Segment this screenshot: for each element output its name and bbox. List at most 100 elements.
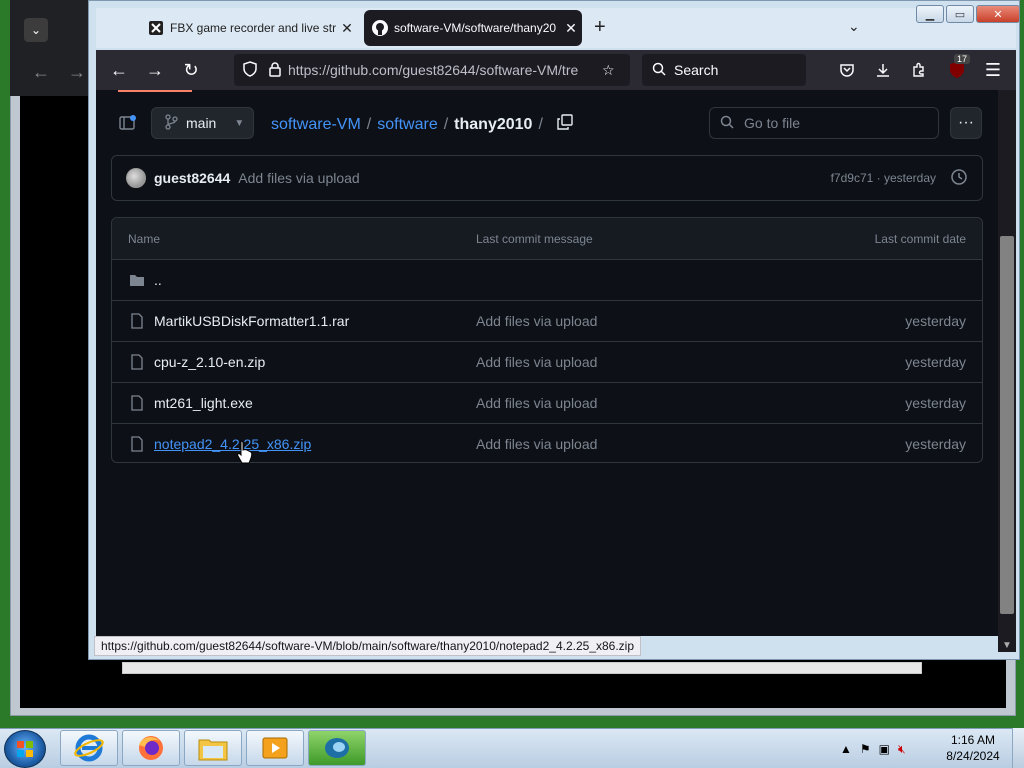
file-commit-message[interactable]: Add files via upload <box>476 354 597 370</box>
firefox-icon[interactable] <box>122 730 180 766</box>
bookmark-star-icon[interactable]: ☆ <box>602 62 615 79</box>
breadcrumb-repo-link[interactable]: software-VM <box>271 116 361 134</box>
file-commit-date: yesterday <box>905 313 966 329</box>
commit-message[interactable]: Add files via upload <box>238 170 359 186</box>
extension-badge: 17 <box>954 54 971 64</box>
action-center-flag-icon[interactable]: ⚑ <box>860 742 871 756</box>
scrollbar-thumb[interactable] <box>1000 236 1014 614</box>
close-window-button[interactable]: ✕ <box>976 5 1020 23</box>
more-options-button[interactable]: ··· <box>950 107 982 139</box>
table-row-parent[interactable]: .. <box>112 259 982 300</box>
file-explorer-icon[interactable] <box>184 730 242 766</box>
search-bar[interactable]: Search <box>642 54 806 86</box>
tab-title: software-VM/software/thany20 <box>394 21 557 35</box>
url-bar[interactable]: https://github.com/guest82644/software-V… <box>234 54 630 86</box>
go-to-file-placeholder: Go to file <box>744 115 801 131</box>
file-commit-date: yesterday <box>905 354 966 370</box>
shield-icon[interactable] <box>242 60 258 80</box>
branch-name: main <box>186 115 217 131</box>
new-tab-button[interactable]: + <box>594 16 606 39</box>
table-row[interactable]: cpu-z_2.10-en.zip Add files via upload y… <box>112 341 982 382</box>
forward-arrow-icon[interactable]: → <box>142 58 168 82</box>
breadcrumb-current: thany2010 <box>454 115 533 133</box>
commit-author[interactable]: guest82644 <box>154 170 230 186</box>
menu-icon[interactable]: ☰ <box>980 58 1006 82</box>
search-icon <box>652 62 666 79</box>
toggle-sidebar-icon[interactable] <box>112 108 142 138</box>
ublock-icon[interactable]: 17 <box>944 54 971 82</box>
navigation-toolbar: ← → ↻ https://github.com/guest82644/soft… <box>96 50 1016 90</box>
header-name: Name <box>128 231 161 246</box>
media-player-icon[interactable] <box>246 730 304 766</box>
go-to-file-input[interactable]: Go to file <box>709 107 939 139</box>
pocket-icon[interactable] <box>834 58 860 82</box>
breadcrumb-separator: / <box>538 115 543 133</box>
active-nav-underline <box>118 90 192 92</box>
link-status-bar: https://github.com/guest82644/software-V… <box>94 636 642 656</box>
file-commit-message[interactable]: Add files via upload <box>476 395 597 411</box>
extensions-icon[interactable] <box>906 58 932 82</box>
back-arrow-icon[interactable]: ← <box>106 58 132 82</box>
copy-path-icon[interactable] <box>557 114 573 135</box>
show-desktop-button[interactable] <box>1012 728 1024 768</box>
file-name-link[interactable]: MartikUSBDiskFormatter1.1.rar <box>154 313 349 329</box>
header-date: Last commit date <box>874 231 966 246</box>
table-row[interactable]: mt261_light.exe Add files via upload yes… <box>112 382 982 423</box>
url-text: https://github.com/guest82644/software-V… <box>288 62 579 78</box>
header-message: Last commit message <box>476 231 593 246</box>
file-icon <box>131 354 143 370</box>
close-icon[interactable]: ✕ <box>562 20 580 37</box>
scroll-down-arrow-icon[interactable]: ▼ <box>1002 640 1012 651</box>
search-placeholder: Search <box>674 62 719 78</box>
file-name-link[interactable]: mt261_light.exe <box>154 395 253 411</box>
breadcrumb: software-VM / software / thany2010 / <box>271 114 573 135</box>
fbx-icon <box>148 20 164 36</box>
system-tray: ▲ ⚑ ▣ 🔇︎ <box>840 732 906 766</box>
breadcrumb-folder-link[interactable]: software <box>377 116 437 134</box>
reload-icon[interactable]: ↻ <box>178 58 204 82</box>
file-icon <box>131 436 143 452</box>
internet-explorer-icon[interactable] <box>60 730 118 766</box>
tab-fbx[interactable]: FBX game recorder and live stre ✕ <box>140 10 358 46</box>
start-button[interactable] <box>4 730 46 768</box>
hand-cursor-icon <box>236 440 254 469</box>
search-icon <box>720 115 734 132</box>
table-row[interactable]: MartikUSBDiskFormatter1.1.rar Add files … <box>112 300 982 341</box>
network-icon[interactable]: ▣ <box>879 742 890 756</box>
file-name-link[interactable]: notepad2_4.2.25_x86.zip <box>154 436 311 452</box>
window-controls: ▁ ▭ ✕ <box>916 5 1020 23</box>
breadcrumb-separator: / <box>366 115 372 133</box>
file-icon <box>131 313 143 329</box>
commit-hash-time[interactable]: f7d9c71 · yesterday <box>831 171 936 185</box>
minimize-button[interactable]: ▁ <box>916 5 944 23</box>
file-commit-message[interactable]: Add files via upload <box>476 313 597 329</box>
branch-selector[interactable]: main ▼ <box>151 107 254 139</box>
show-hidden-icons-icon[interactable]: ▲ <box>840 742 852 756</box>
back-arrow-icon[interactable]: ← <box>32 62 50 83</box>
app-icon[interactable] <box>308 730 366 766</box>
file-commit-date: yesterday <box>905 395 966 411</box>
avatar[interactable] <box>126 168 146 188</box>
close-icon[interactable]: ✕ <box>338 20 356 37</box>
maximize-button[interactable]: ▭ <box>946 5 974 23</box>
chevron-down-icon[interactable]: ⌄ <box>24 18 48 42</box>
list-tabs-chevron-icon[interactable]: ⌄ <box>848 18 860 35</box>
folder-icon <box>130 275 144 286</box>
file-icon <box>131 395 143 411</box>
parent-directory-link[interactable]: .. <box>154 272 162 288</box>
download-icon[interactable] <box>870 58 896 82</box>
history-icon[interactable] <box>950 168 968 189</box>
clock-time: 1:16 AM <box>950 733 996 747</box>
table-header: Name Last commit message Last commit dat… <box>112 218 982 259</box>
file-name-link[interactable]: cpu-z_2.10-en.zip <box>154 354 265 370</box>
volume-muted-icon[interactable]: 🔇︎ <box>898 742 906 757</box>
caret-down-icon: ▼ <box>234 117 245 129</box>
lock-icon[interactable] <box>268 61 282 80</box>
latest-commit-box: guest82644 Add files via upload f7d9c71 … <box>111 155 983 201</box>
file-commit-message[interactable]: Add files via upload <box>476 436 597 452</box>
forward-arrow-icon[interactable]: → <box>68 62 86 83</box>
background-horizontal-scrollbar[interactable] <box>122 662 922 674</box>
tab-github[interactable]: software-VM/software/thany20 ✕ <box>364 10 582 46</box>
commit-meta: f7d9c71 · yesterday <box>831 168 968 189</box>
clock[interactable]: 1:16 AM 8/24/2024 <box>940 732 1006 764</box>
